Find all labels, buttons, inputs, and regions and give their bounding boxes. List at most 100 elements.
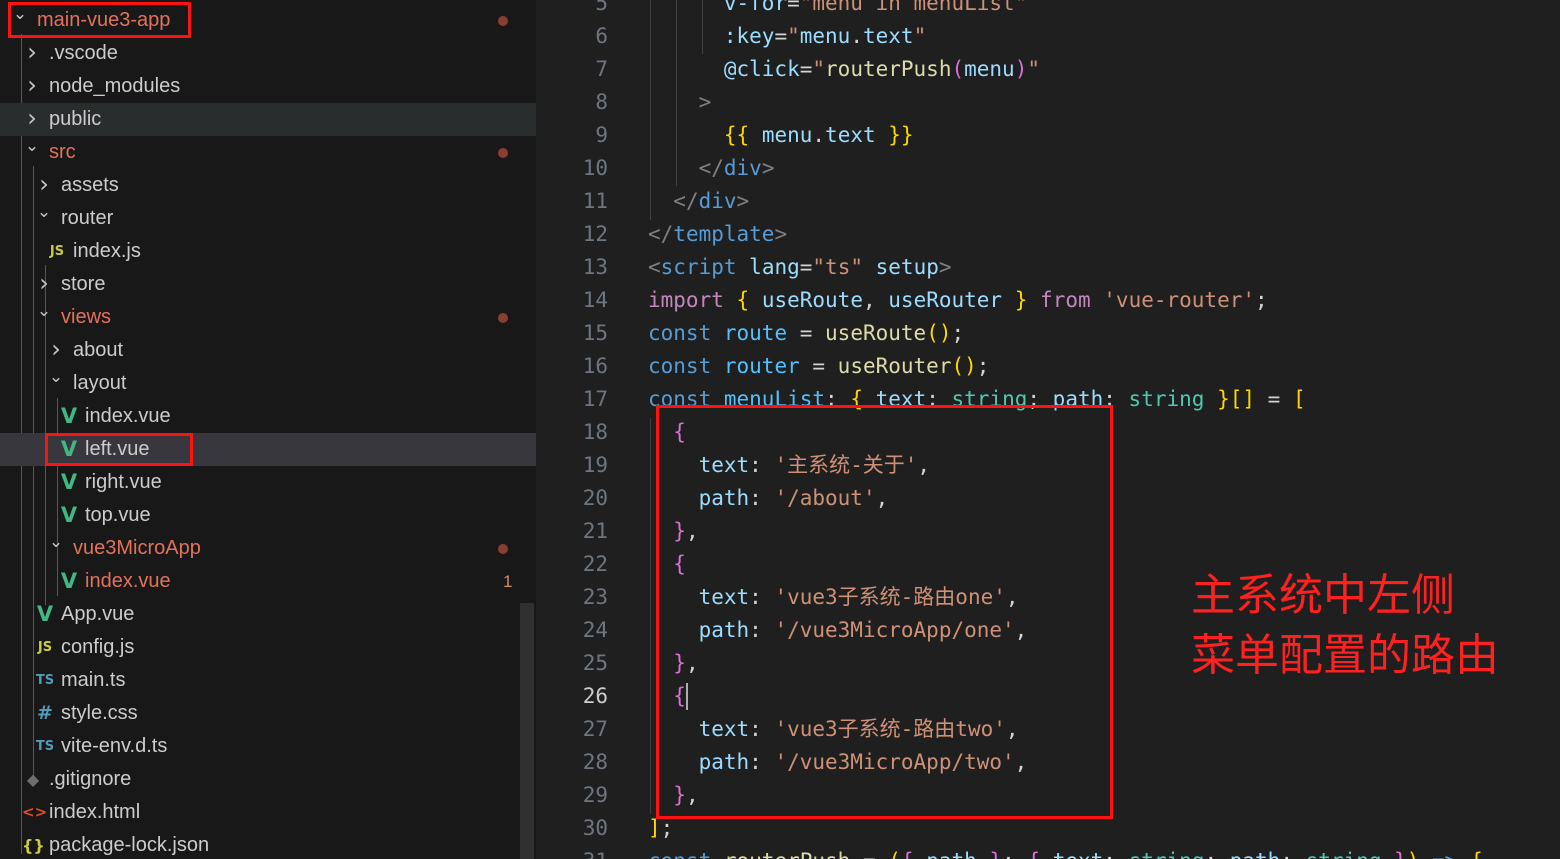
code-token: {{ bbox=[723, 123, 750, 147]
item-label: assets bbox=[61, 174, 119, 196]
code-line[interactable]: 7 @click="routerPush(menu)" bbox=[536, 53, 1560, 86]
annotation-line-2: 菜单配置的路由 bbox=[1191, 630, 1499, 681]
code-line[interactable]: 6 :key="menu.text" bbox=[536, 20, 1560, 53]
code-line[interactable]: 16 const router = useRouter(); bbox=[536, 350, 1560, 383]
file-item[interactable]: V App.vue bbox=[0, 598, 536, 631]
chevron-down-icon[interactable]: ⌄ bbox=[24, 130, 40, 163]
annotation-line-1: 主系统中左侧 bbox=[1191, 570, 1455, 621]
file-item[interactable]: Vright.vue bbox=[0, 466, 536, 499]
file-item[interactable]: JS index.js bbox=[0, 235, 536, 268]
code-token: } bbox=[989, 849, 1002, 859]
folder-item[interactable]: › store bbox=[0, 268, 536, 301]
chevron-right-icon[interactable]: › bbox=[24, 69, 40, 102]
folder-item[interactable]: ⌄ src bbox=[0, 136, 536, 169]
file-item[interactable]: TS vite-env.d.ts bbox=[0, 730, 536, 763]
code-token: > bbox=[698, 90, 712, 114]
folder-item[interactable]: ⌄ layout bbox=[0, 367, 536, 400]
code-token: 'vue-router' bbox=[1103, 288, 1255, 312]
code-token: string bbox=[1306, 849, 1382, 859]
code-editor[interactable]: 5 v-for="menu in menuList" 6 :key="menu.t… bbox=[536, 0, 1560, 859]
code-line[interactable]: 13 <script lang="ts" setup> bbox=[536, 251, 1560, 284]
item-label: .gitignore bbox=[49, 768, 132, 790]
code-token: ; bbox=[660, 816, 674, 840]
code-token: ; bbox=[1204, 849, 1229, 859]
folder-item[interactable]: › .vscode bbox=[0, 37, 536, 70]
code-line[interactable]: 12 </template> bbox=[536, 218, 1560, 251]
chevron-right-icon[interactable]: › bbox=[24, 36, 40, 69]
vue-icon: V bbox=[36, 602, 54, 626]
line-number: 10 bbox=[582, 156, 608, 180]
code-token: string bbox=[1129, 849, 1205, 859]
code-text: const route = useRoute(); bbox=[648, 317, 964, 350]
chevron-down-icon[interactable]: ⌄ bbox=[48, 526, 64, 559]
code-token: ) bbox=[1014, 57, 1028, 81]
folder-item[interactable]: ⌄ views bbox=[0, 301, 536, 334]
code-token: > bbox=[938, 255, 952, 279]
code-text: @click="routerPush(menu)" bbox=[648, 53, 1040, 86]
code-token: @click bbox=[723, 57, 800, 81]
code-token: text bbox=[1053, 849, 1104, 859]
item-label: style.css bbox=[61, 702, 138, 724]
file-item[interactable]: Vindex.vue bbox=[0, 400, 536, 433]
code-token: menu bbox=[799, 24, 851, 48]
code-line[interactable]: 14 import { useRoute, useRouter } from 'v… bbox=[536, 284, 1560, 317]
code-token: () bbox=[926, 321, 952, 345]
item-label: index.vue bbox=[85, 405, 171, 427]
code-token: ; bbox=[1255, 288, 1268, 312]
code-token: routerPush bbox=[724, 849, 850, 859]
code-token: " bbox=[1027, 57, 1041, 81]
code-line[interactable]: 9 {{ menu.text }} bbox=[536, 119, 1560, 152]
file-item[interactable]: Vindex.vue 1 bbox=[0, 565, 536, 598]
modified-dot-icon bbox=[498, 148, 508, 158]
code-line[interactable]: 31 const routerPush = ({ path }: { text: … bbox=[536, 845, 1560, 859]
item-label: config.js bbox=[61, 636, 135, 658]
folder-item[interactable]: › node_modules bbox=[0, 70, 536, 103]
modified-dot-icon bbox=[498, 313, 508, 323]
folder-item[interactable]: ⌄ vue3MicroApp bbox=[0, 532, 536, 565]
chevron-down-icon[interactable]: ⌄ bbox=[36, 295, 52, 328]
file-item[interactable]: <> index.html bbox=[0, 796, 536, 829]
code-token: } bbox=[1014, 288, 1028, 312]
code-token: path bbox=[926, 849, 977, 859]
file-item[interactable]: ◆ .gitignore bbox=[0, 763, 536, 796]
file-item[interactable]: JS config.js bbox=[0, 631, 536, 664]
chevron-down-icon[interactable]: ⌄ bbox=[36, 196, 52, 229]
item-label: layout bbox=[73, 372, 127, 394]
folder-item[interactable]: › about bbox=[0, 334, 536, 367]
file-item[interactable]: TS main.ts bbox=[0, 664, 536, 697]
sidebar-scrollbar[interactable] bbox=[520, 603, 534, 859]
code-token: const bbox=[648, 354, 712, 378]
code-token: div bbox=[698, 189, 737, 213]
chevron-down-icon[interactable]: ⌄ bbox=[48, 361, 64, 394]
folder-item[interactable]: › assets bbox=[0, 169, 536, 202]
folder-item[interactable]: › public bbox=[0, 103, 536, 136]
code-token: </ bbox=[698, 156, 724, 180]
code-token: { bbox=[1470, 849, 1483, 859]
code-line[interactable]: 10 </div> bbox=[536, 152, 1560, 185]
file-item[interactable]: Vtop.vue bbox=[0, 499, 536, 532]
file-item[interactable]: # style.css bbox=[0, 697, 536, 730]
folder-item[interactable]: ⌄ router bbox=[0, 202, 536, 235]
file-item[interactable]: {} package-lock.json bbox=[0, 829, 536, 859]
line-number: 29 bbox=[582, 783, 608, 807]
code-token: > bbox=[736, 189, 750, 213]
code-line[interactable]: 15 const route = useRoute(); bbox=[536, 317, 1560, 350]
code-token: useRoute bbox=[761, 288, 863, 312]
code-token: ] bbox=[648, 816, 661, 840]
code-line[interactable]: 8 > bbox=[536, 86, 1560, 119]
line-number: 13 bbox=[582, 255, 608, 279]
code-line[interactable]: 5 v-for="menu in menuList" bbox=[536, 0, 1560, 20]
code-token: useRoute bbox=[825, 321, 927, 345]
code-line[interactable]: 11 </div> bbox=[536, 185, 1560, 218]
item-label: vue3MicroApp bbox=[73, 537, 201, 559]
code-token: ( bbox=[951, 57, 965, 81]
js-icon: JS bbox=[49, 244, 65, 259]
